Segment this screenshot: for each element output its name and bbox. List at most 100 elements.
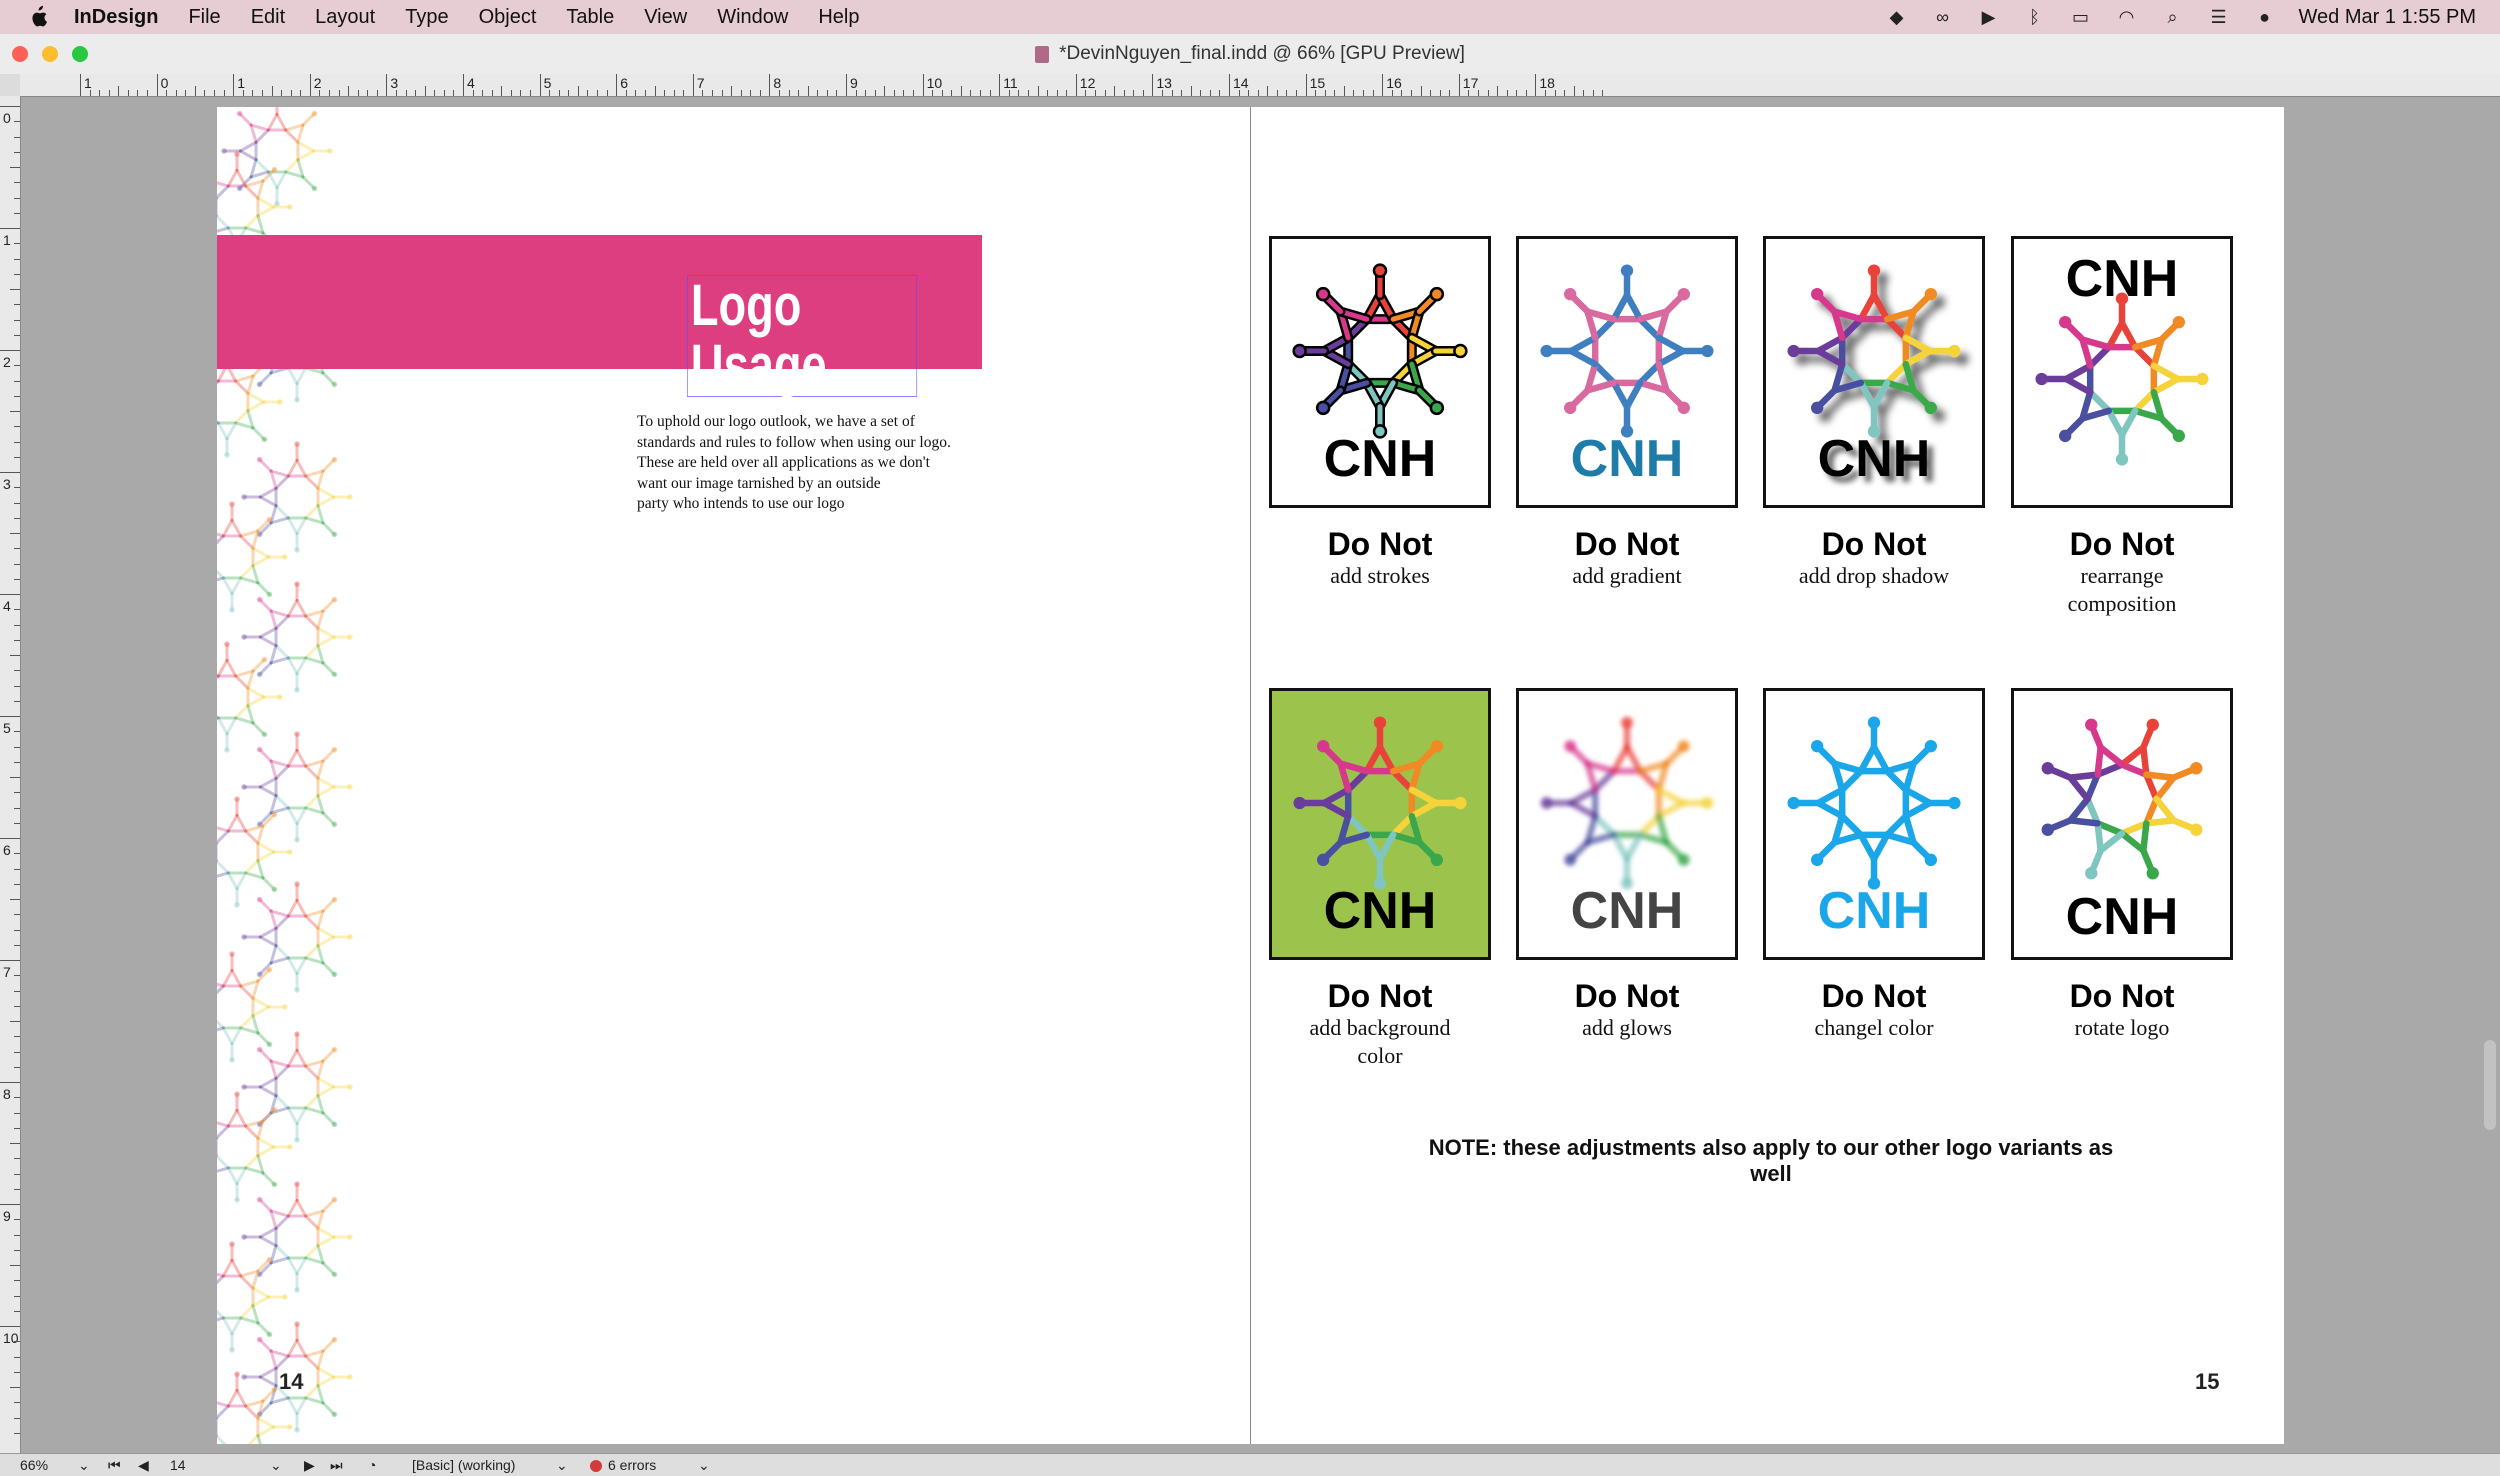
siri-icon[interactable]: ● xyxy=(2253,6,2277,28)
caption-description[interactable]: add glows xyxy=(1507,1014,1747,1042)
apple-logo-icon[interactable] xyxy=(28,5,48,29)
ruler-tick xyxy=(922,74,924,96)
menu-help[interactable]: Help xyxy=(818,6,859,29)
preflight-icon[interactable]: ◔ xyxy=(368,1457,376,1473)
ruler-minor-tick xyxy=(14,1249,20,1251)
ruler-origin[interactable] xyxy=(0,74,21,97)
ruler-minor-tick xyxy=(980,90,982,96)
menu-file[interactable]: File xyxy=(188,6,220,29)
ruler-tick xyxy=(539,74,541,96)
last-page-icon[interactable]: ⏭ xyxy=(330,1457,343,1474)
caption-description[interactable]: add background color xyxy=(1260,1014,1500,1070)
ruler-minor-tick xyxy=(14,182,20,184)
caption-title[interactable]: Do Not xyxy=(1260,526,1500,563)
ruler-minor-tick xyxy=(14,273,20,275)
ruler-minor-tick xyxy=(1248,90,1250,96)
ruler-minor-tick xyxy=(252,90,254,96)
logo-mark xyxy=(217,501,288,613)
menu-app-name[interactable]: InDesign xyxy=(74,6,158,29)
caption-title[interactable]: Do Not xyxy=(2002,526,2242,563)
logo-card-strokes[interactable]: CNH xyxy=(1269,236,1491,508)
ruler-label: 1 xyxy=(3,232,11,248)
logo-card-shadow[interactable]: CNH xyxy=(1763,236,1985,508)
ruler-minor-tick xyxy=(14,807,20,809)
ruler-minor-tick xyxy=(14,944,20,946)
dropbox-icon[interactable]: ◆ xyxy=(1885,6,1909,28)
note-text[interactable]: NOTE: these adjustments also apply to ou… xyxy=(1411,1135,2131,1187)
menu-view[interactable]: View xyxy=(644,6,687,29)
error-indicator[interactable]: 6 errors xyxy=(590,1457,656,1473)
chevron-down-icon[interactable]: ⌄ xyxy=(270,1457,282,1474)
ruler-label: 13 xyxy=(1156,75,1172,91)
prev-page-icon[interactable]: ◀ xyxy=(138,1457,149,1474)
logo-card-background[interactable]: CNH xyxy=(1269,688,1491,960)
menu-window[interactable]: Window xyxy=(717,6,788,29)
menu-type[interactable]: Type xyxy=(405,6,448,29)
menu-object[interactable]: Object xyxy=(479,6,537,29)
caption-title[interactable]: Do Not xyxy=(1507,526,1747,563)
logo-card-gradient[interactable]: CNH xyxy=(1516,236,1738,508)
preflight-profile[interactable]: [Basic] (working) xyxy=(412,1457,515,1473)
ruler-minor-tick xyxy=(367,90,369,96)
creative-cloud-icon[interactable]: ∞ xyxy=(1931,6,1955,28)
logo-card-glow[interactable]: CNH xyxy=(1516,688,1738,960)
caption-description[interactable]: add gradient xyxy=(1507,562,1747,590)
error-count: 6 errors xyxy=(608,1457,657,1473)
zoom-level[interactable]: 66% xyxy=(20,1457,48,1473)
ruler-minor-tick xyxy=(443,90,445,96)
ruler-minor-tick xyxy=(14,1432,20,1434)
ruler-minor-tick xyxy=(1257,90,1259,96)
wifi-icon[interactable]: ◠ xyxy=(2115,6,2139,28)
menu-table[interactable]: Table xyxy=(566,6,614,29)
page-title[interactable]: Logo Usage xyxy=(687,275,918,397)
vertical-scrollbar[interactable] xyxy=(2484,1040,2496,1130)
close-window-button[interactable] xyxy=(12,46,28,62)
caption-title[interactable]: Do Not xyxy=(1507,978,1747,1015)
caption-title[interactable]: Do Not xyxy=(1754,526,1994,563)
ruler-minor-tick xyxy=(14,304,20,306)
search-icon[interactable]: ⌕ xyxy=(2161,6,2185,28)
menubar-clock[interactable]: Wed Mar 1 1:55 PM xyxy=(2299,6,2476,29)
next-page-icon[interactable]: ▶ xyxy=(304,1457,315,1474)
caption-title[interactable]: Do Not xyxy=(2002,978,2242,1015)
caption-title[interactable]: Do Not xyxy=(1260,978,1500,1015)
ruler-minor-tick xyxy=(14,197,20,199)
ruler-minor-tick xyxy=(568,90,570,96)
zoom-window-button[interactable] xyxy=(72,46,88,62)
ruler-label: 14 xyxy=(1233,75,1249,91)
logo-card-rotate[interactable]: CNH xyxy=(2011,688,2233,960)
ruler-label: 10 xyxy=(926,75,943,91)
caption-title[interactable]: Do Not xyxy=(1754,978,1994,1015)
caption-description[interactable]: add drop shadow xyxy=(1754,562,1994,590)
menu-layout[interactable]: Layout xyxy=(315,6,375,29)
vertical-ruler[interactable]: 0 1 2 3 4 5 6 7 8 9 10 xyxy=(0,96,21,1453)
chevron-down-icon[interactable]: ⌄ xyxy=(556,1457,568,1474)
logo-card-color[interactable]: CNH xyxy=(1763,688,1985,960)
ruler-tick xyxy=(0,472,20,473)
logo-card-rearrange[interactable]: CNH xyxy=(2011,236,2233,508)
first-page-icon[interactable]: ⏮ xyxy=(108,1457,121,1474)
caption-description[interactable]: rotate logo xyxy=(2002,1014,2242,1042)
bluetooth-icon[interactable]: ᛒ xyxy=(2023,6,2047,28)
ruler-minor-tick xyxy=(941,90,943,96)
page-15[interactable]: CNH Do Not add strokes CNH Do Not add gradien… xyxy=(1251,107,2284,1444)
caption-description[interactable]: changel color xyxy=(1754,1014,1994,1042)
caption-description[interactable]: add strokes xyxy=(1260,562,1500,590)
ruler-minor-tick xyxy=(731,86,733,96)
minimize-window-button[interactable] xyxy=(42,46,58,62)
page-14[interactable]: Logo Usage To uphold our logo outlook, w… xyxy=(217,107,1251,1444)
menu-edit[interactable]: Edit xyxy=(251,6,285,29)
page-field[interactable]: 14 xyxy=(170,1457,186,1473)
battery-icon[interactable]: ▭ xyxy=(2069,6,2093,28)
intro-text-frame[interactable]: To uphold our logo outlook, we have a se… xyxy=(637,412,997,515)
ruler-tick xyxy=(1229,74,1230,96)
caption-description[interactable]: rearrange composition xyxy=(2002,562,2242,618)
chevron-down-icon[interactable]: ⌄ xyxy=(78,1457,90,1474)
horizontal-ruler[interactable]: 1 0 1 2 3 4 5 6 7 8 9 10 11 12 13 14 15 16 17 18 xyxy=(20,74,2500,97)
play-icon[interactable]: ▶ xyxy=(1977,6,2001,28)
chevron-down-icon[interactable]: ⌄ xyxy=(698,1457,710,1474)
ruler-minor-tick xyxy=(453,90,455,96)
control-center-icon[interactable]: ☰ xyxy=(2207,6,2231,28)
ruler-minor-tick xyxy=(405,90,407,96)
ruler-minor-tick xyxy=(328,90,330,96)
